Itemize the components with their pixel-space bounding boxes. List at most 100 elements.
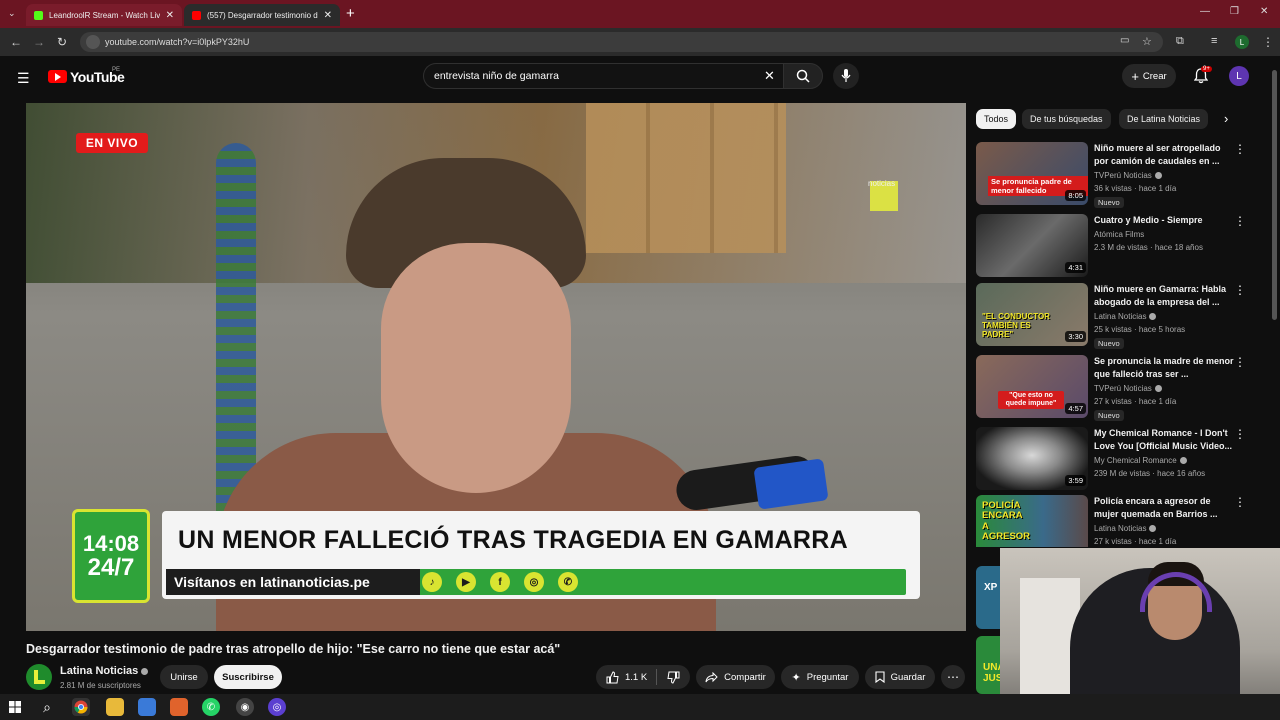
channel-name-text[interactable]: Latina Noticias xyxy=(60,665,138,677)
windows-start-icon[interactable] xyxy=(6,698,24,716)
chip-from-searches[interactable]: De tus búsquedas xyxy=(1022,109,1111,129)
page-scrollbar[interactable] xyxy=(1272,70,1277,320)
tab-youtube-video[interactable]: (557) Desgarrador testimonio d ✕ xyxy=(184,4,340,26)
reload-icon[interactable]: ↻ xyxy=(57,35,67,49)
search-icon xyxy=(796,69,810,83)
instagram-icon: ◎ xyxy=(524,572,544,592)
channel-avatar[interactable] xyxy=(26,664,52,690)
taskbar-search-icon[interactable]: ⌕ xyxy=(38,698,56,716)
more-options-icon[interactable]: ⋮ xyxy=(1234,495,1246,509)
recommendation-meta: 25 k vistas · hace 5 horas xyxy=(1094,325,1186,334)
media-control-icon[interactable]: ≡ xyxy=(1211,35,1217,47)
tab-title: LeandroolR Stream - Watch Liv xyxy=(49,10,160,20)
browser-profile-avatar[interactable]: L xyxy=(1235,35,1249,49)
recommendation-item[interactable]: "EL CONDUCTOR TAMBIÉN ES PADRE" 3:30 Niñ… xyxy=(976,283,1256,349)
recommendation-title[interactable]: Se pronuncia la madre de menor que falle… xyxy=(1094,355,1234,380)
recommendation-item[interactable]: 3:59 My Chemical Romance - I Don't Love … xyxy=(976,427,1256,493)
channel-watermark: noticias xyxy=(868,179,896,188)
more-options-icon[interactable]: ⋮ xyxy=(1234,283,1246,297)
recommendation-channel: Latina Noticias xyxy=(1094,524,1157,533)
chip-from-channel[interactable]: De Latina Noticias xyxy=(1119,109,1209,129)
more-options-icon[interactable]: ⋮ xyxy=(1234,214,1246,228)
live-badge: EN VIVO xyxy=(76,133,148,153)
purple-app-icon[interactable]: ◎ xyxy=(268,698,286,716)
more-options-icon[interactable]: ⋮ xyxy=(1234,427,1246,441)
new-badge: Nuevo xyxy=(1094,197,1124,208)
extensions-icon[interactable]: ⧉ xyxy=(1176,35,1184,48)
recommendation-meta: 36 k vistas · hace 1 día xyxy=(1094,184,1177,193)
close-tab-icon[interactable]: ✕ xyxy=(166,10,174,21)
restore-window-button[interactable]: ❐ xyxy=(1230,6,1239,17)
account-avatar[interactable]: L xyxy=(1229,66,1249,86)
ask-button[interactable]: ✦ Preguntar xyxy=(781,665,859,689)
notification-count-badge: 9+ xyxy=(1201,66,1212,72)
thumbs-up-icon xyxy=(606,670,619,683)
recommendation-channel: TVPerú Noticias xyxy=(1094,384,1162,393)
recommendation-title[interactable]: Niño muere en Gamarra: Habla abogado de … xyxy=(1094,283,1234,308)
join-button[interactable]: Unirse xyxy=(160,665,208,689)
search-input[interactable]: entrevista niño de gamarra xyxy=(434,70,559,82)
duration-badge: 4:57 xyxy=(1065,403,1086,414)
url-text[interactable]: youtube.com/watch?v=i0lpkPY32hU xyxy=(105,37,249,47)
create-button[interactable]: + Crear xyxy=(1122,64,1176,88)
back-icon[interactable]: ← xyxy=(10,35,22,49)
more-options-icon[interactable]: ⋮ xyxy=(1234,355,1246,369)
orange-app-icon[interactable] xyxy=(170,698,188,716)
tab-search-icon[interactable]: ⌄ xyxy=(8,8,16,19)
recommendation-channel: Latina Noticias xyxy=(1094,312,1157,321)
new-badge: Nuevo xyxy=(1094,338,1124,349)
chrome-taskbar-icon[interactable] xyxy=(72,698,90,716)
more-options-icon[interactable]: ⋮ xyxy=(1234,142,1246,156)
minimize-window-button[interactable]: — xyxy=(1200,6,1210,17)
tab-title: (557) Desgarrador testimonio d xyxy=(207,10,318,20)
share-button[interactable]: Compartir xyxy=(696,665,775,689)
whatsapp-taskbar-icon[interactable]: ✆ xyxy=(202,698,220,716)
news-clock: 14:08 24/7 xyxy=(72,509,150,603)
site-info-icon[interactable] xyxy=(86,35,100,49)
recommendation-title[interactable]: My Chemical Romance - I Don't Love You [… xyxy=(1094,427,1234,452)
video-thumbnail-partial[interactable]: UNA JUS xyxy=(976,636,1002,694)
verified-icon xyxy=(1154,172,1162,180)
close-window-button[interactable]: ✕ xyxy=(1260,6,1268,17)
file-explorer-icon[interactable] xyxy=(106,698,124,716)
close-tab-icon[interactable]: ✕ xyxy=(324,10,332,21)
chips-next-icon[interactable]: › xyxy=(1224,111,1228,126)
channel-text: TVPerú Noticias xyxy=(1094,384,1152,393)
video-thumbnail-partial[interactable]: XP xyxy=(976,566,1002,629)
subscribe-button[interactable]: Suscribirse xyxy=(214,665,282,689)
video-thumbnail[interactable]: POLICÍA ENCARA A AGRESOR xyxy=(976,495,1088,547)
facebook-icon: f xyxy=(490,572,510,592)
new-tab-button[interactable]: + xyxy=(346,5,355,22)
calendar-app-icon[interactable] xyxy=(138,698,156,716)
thumbnail-caption: "EL CONDUCTOR TAMBIÉN ES PADRE" xyxy=(982,312,1050,339)
recommendation-item[interactable]: POLICÍA ENCARA A AGRESOR Policía encara … xyxy=(976,495,1256,547)
recommendation-item[interactable]: Se pronuncia padre de menor fallecido 8:… xyxy=(976,142,1256,208)
recommendation-meta: 2.3 M de vistas · hace 18 años xyxy=(1094,243,1203,252)
video-player[interactable]: EN VIVO noticias 14:08 24/7 UN MENOR FAL… xyxy=(26,103,966,631)
recommendation-item[interactable]: 4:31 Cuatro y Medio - Siempre Atómica Fi… xyxy=(976,214,1256,280)
recommendation-title[interactable]: Policía encara a agresor de mujer quemad… xyxy=(1094,495,1234,520)
recommendation-item[interactable]: "Que esto no quede impune" 4:57 Se pronu… xyxy=(976,355,1256,421)
dislike-button[interactable] xyxy=(667,671,680,684)
obs-taskbar-icon[interactable]: ◉ xyxy=(236,698,254,716)
browser-menu-icon[interactable]: ⋮ xyxy=(1262,35,1274,49)
thumbnail-caption: POLICÍA ENCARA A AGRESOR xyxy=(982,500,1031,543)
forward-icon[interactable]: → xyxy=(33,35,45,49)
voice-search-button[interactable] xyxy=(833,63,859,89)
bookmark-star-icon[interactable]: ☆ xyxy=(1142,35,1152,48)
tab-leandroolr[interactable]: LeandroolR Stream - Watch Liv ✕ xyxy=(26,4,182,26)
video-microphone-flag xyxy=(753,458,829,510)
save-button[interactable]: Guardar xyxy=(865,665,935,689)
clear-search-icon[interactable]: ✕ xyxy=(764,68,775,84)
recommendation-title[interactable]: Cuatro y Medio - Siempre xyxy=(1094,214,1234,227)
search-button[interactable] xyxy=(783,63,823,89)
menu-hamburger-icon[interactable]: ☰ xyxy=(17,70,30,87)
ask-label: Preguntar xyxy=(806,671,849,683)
channel-name[interactable]: Latina Noticias xyxy=(60,665,149,677)
like-button[interactable]: 1.1 K xyxy=(606,670,647,684)
recommendation-title[interactable]: Niño muere al ser atropellado por camión… xyxy=(1094,142,1234,167)
cast-icon[interactable]: ▭ xyxy=(1120,35,1129,46)
recommendation-meta: 27 k vistas · hace 1 día xyxy=(1094,397,1177,406)
chip-all[interactable]: Todos xyxy=(976,109,1017,129)
more-actions-button[interactable]: ⋯ xyxy=(941,665,965,689)
